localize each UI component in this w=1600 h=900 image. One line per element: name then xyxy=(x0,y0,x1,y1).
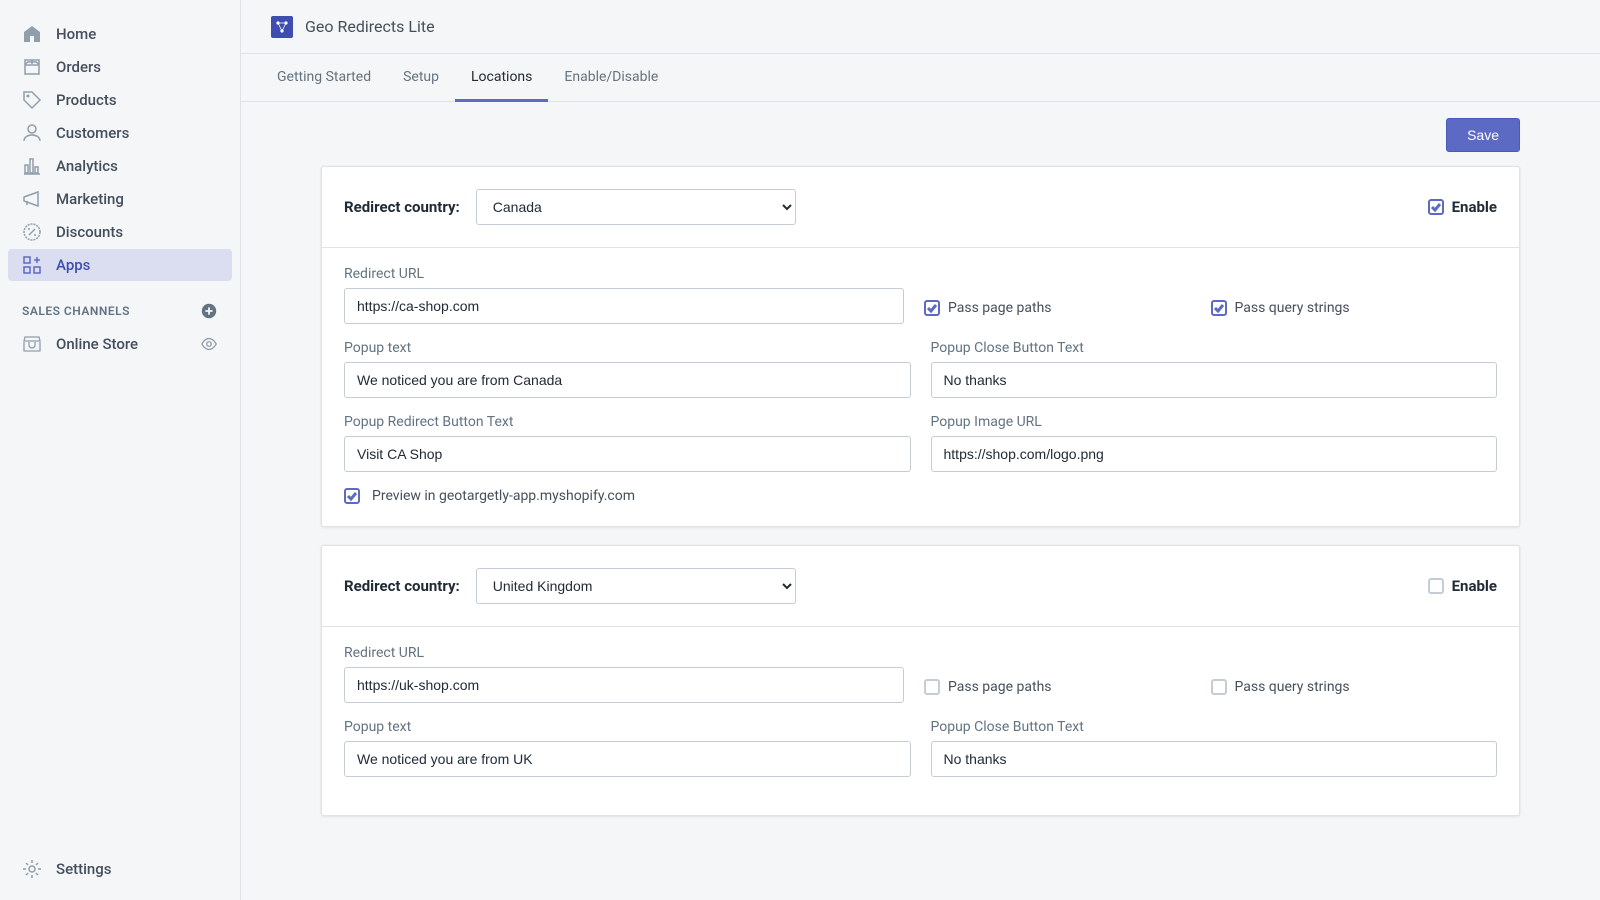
redirect-url-input-uk[interactable] xyxy=(344,667,904,703)
enable-checkbox-uk[interactable] xyxy=(1428,578,1444,594)
pass-paths-checkbox-uk[interactable] xyxy=(924,679,940,695)
analytics-icon xyxy=(22,156,42,176)
apps-icon xyxy=(22,255,42,275)
channel-online-store-label: Online Store xyxy=(56,335,138,353)
popup-redirect-input-ca[interactable] xyxy=(344,436,911,472)
main-content: Geo Redirects Lite Getting Started Setup… xyxy=(240,0,1600,900)
popup-close-label: Popup Close Button Text xyxy=(931,719,1498,735)
nav-orders[interactable]: Orders xyxy=(8,51,232,83)
redirect-country-select-uk[interactable]: United Kingdom xyxy=(476,568,796,604)
nav-apps-label: Apps xyxy=(56,256,90,274)
save-button[interactable]: Save xyxy=(1446,118,1520,152)
tab-enable-disable[interactable]: Enable/Disable xyxy=(548,54,674,102)
pass-query-label: Pass query strings xyxy=(1235,300,1350,316)
tabs: Getting Started Setup Locations Enable/D… xyxy=(241,54,1600,102)
nav-home-label: Home xyxy=(56,25,96,43)
channel-online-store[interactable]: Online Store xyxy=(8,328,232,360)
products-icon xyxy=(22,90,42,110)
nav-settings-label: Settings xyxy=(56,860,112,878)
orders-icon xyxy=(22,57,42,77)
redirect-country-select-ca[interactable]: Canada xyxy=(476,189,796,225)
nav-orders-label: Orders xyxy=(56,58,101,76)
popup-image-label: Popup Image URL xyxy=(931,414,1498,430)
pass-paths-label: Pass page paths xyxy=(948,679,1052,695)
page-content: Save Redirect country: Canada Enable xyxy=(241,102,1600,900)
redirect-card-ca: Redirect country: Canada Enable Redirect… xyxy=(321,166,1520,527)
pass-paths-label: Pass page paths xyxy=(948,300,1052,316)
preview-checkbox-ca[interactable] xyxy=(344,488,360,504)
app-logo xyxy=(271,16,293,38)
nav-discounts[interactable]: Discounts xyxy=(8,216,232,248)
pass-query-label: Pass query strings xyxy=(1235,679,1350,695)
popup-close-input-uk[interactable] xyxy=(931,741,1498,777)
nav-marketing[interactable]: Marketing xyxy=(8,183,232,215)
sidebar: Home Orders Products Customers Analytics… xyxy=(0,0,240,900)
enable-checkbox-ca[interactable] xyxy=(1428,199,1444,215)
settings-icon xyxy=(22,859,42,879)
redirect-url-label: Redirect URL xyxy=(344,266,904,282)
add-channel-icon[interactable] xyxy=(200,302,218,320)
redirect-card-uk: Redirect country: United Kingdom Enable … xyxy=(321,545,1520,816)
redirect-url-label: Redirect URL xyxy=(344,645,904,661)
store-icon xyxy=(22,334,42,354)
geo-icon xyxy=(274,19,290,35)
nav-customers-label: Customers xyxy=(56,124,129,142)
enable-label: Enable xyxy=(1452,198,1497,216)
redirect-country-label: Redirect country: xyxy=(344,198,460,216)
popup-text-label: Popup text xyxy=(344,719,911,735)
nav-apps[interactable]: Apps xyxy=(8,249,232,281)
tab-getting-started[interactable]: Getting Started xyxy=(261,54,387,102)
pass-query-checkbox-uk[interactable] xyxy=(1211,679,1227,695)
tab-setup[interactable]: Setup xyxy=(387,54,455,102)
nav-analytics-label: Analytics xyxy=(56,157,118,175)
view-store-icon[interactable] xyxy=(200,335,218,353)
pass-query-checkbox-ca[interactable] xyxy=(1211,300,1227,316)
pass-paths-checkbox-ca[interactable] xyxy=(924,300,940,316)
preview-label: Preview in geotargetly-app.myshopify.com xyxy=(372,488,635,504)
discounts-icon xyxy=(22,222,42,242)
customers-icon xyxy=(22,123,42,143)
popup-redirect-label: Popup Redirect Button Text xyxy=(344,414,911,430)
home-icon xyxy=(22,24,42,44)
popup-close-label: Popup Close Button Text xyxy=(931,340,1498,356)
tab-locations[interactable]: Locations xyxy=(455,54,548,102)
popup-text-label: Popup text xyxy=(344,340,911,356)
nav-home[interactable]: Home xyxy=(8,18,232,50)
popup-text-input-uk[interactable] xyxy=(344,741,911,777)
nav-marketing-label: Marketing xyxy=(56,190,124,208)
popup-image-input-ca[interactable] xyxy=(931,436,1498,472)
popup-text-input-ca[interactable] xyxy=(344,362,911,398)
enable-label: Enable xyxy=(1452,577,1497,595)
redirect-country-label: Redirect country: xyxy=(344,577,460,595)
app-title: Geo Redirects Lite xyxy=(305,17,435,36)
redirect-url-input-ca[interactable] xyxy=(344,288,904,324)
nav-analytics[interactable]: Analytics xyxy=(8,150,232,182)
nav-discounts-label: Discounts xyxy=(56,223,123,241)
marketing-icon xyxy=(22,189,42,209)
nav-products-label: Products xyxy=(56,91,117,109)
nav-settings[interactable]: Settings xyxy=(8,853,232,885)
app-header: Geo Redirects Lite xyxy=(241,0,1600,54)
nav-products[interactable]: Products xyxy=(8,84,232,116)
popup-close-input-ca[interactable] xyxy=(931,362,1498,398)
sales-channels-label: SALES CHANNELS xyxy=(22,304,130,318)
sales-channels-header: SALES CHANNELS xyxy=(0,282,240,328)
nav-customers[interactable]: Customers xyxy=(8,117,232,149)
